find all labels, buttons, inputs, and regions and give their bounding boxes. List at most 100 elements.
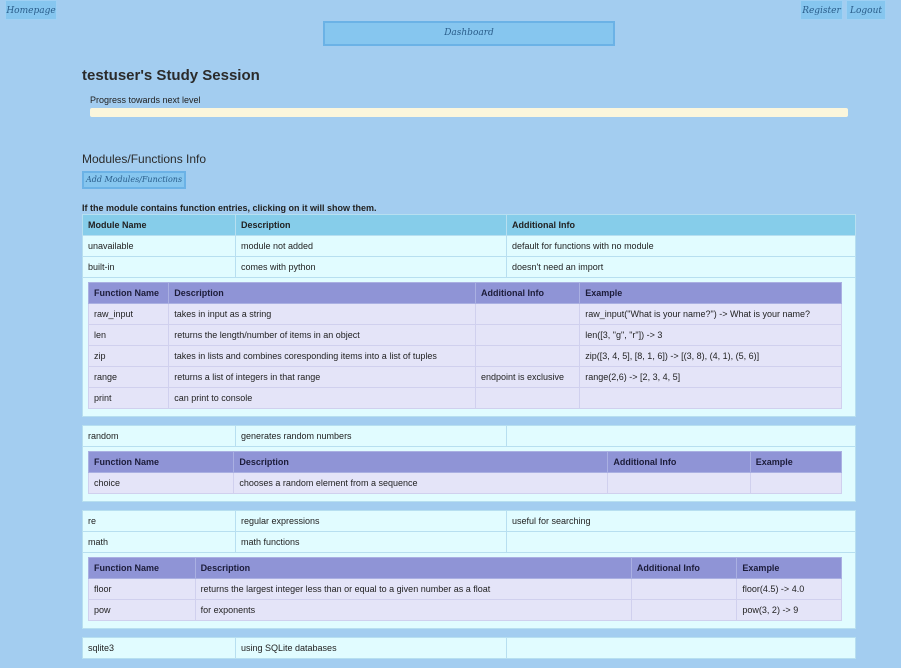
module-name-cell: random — [82, 425, 236, 447]
modules-table-container: Module Name Description Additional Info … — [82, 214, 856, 659]
function-column-header: Description — [233, 451, 609, 473]
module-row[interactable]: unavailable module not added default for f… — [82, 235, 856, 257]
functions-row: Function Name Description Additional Info E… — [82, 277, 856, 417]
function-example-cell: pow(3, 2) -> 9 — [736, 599, 842, 621]
function-example-cell: floor(4.5) -> 4.0 — [736, 578, 842, 600]
functions-row: Function Name Description Additional Info E… — [82, 552, 856, 629]
function-column-header: Description — [168, 282, 477, 304]
function-column-header: Description — [194, 557, 632, 579]
function-column-header: Example — [749, 451, 843, 473]
module-name-cell: built-in — [82, 256, 236, 278]
function-example-cell — [579, 387, 842, 409]
function-description-cell: can print to console — [168, 387, 477, 409]
progress-bar — [90, 108, 848, 117]
logout-button[interactable]: Logout — [846, 0, 886, 20]
module-info-cell: useful for searching — [506, 510, 856, 532]
module-info-cell — [506, 425, 856, 447]
functions-table: Function Name Description Additional Info E… — [87, 282, 842, 409]
function-info-cell — [630, 578, 738, 600]
function-name-cell: floor — [88, 578, 196, 600]
functions-container: Function Name Description Additional Info E… — [82, 446, 856, 502]
function-row: pow for exponents pow(3, 2) -> 9 — [88, 599, 842, 621]
function-example-cell — [749, 472, 843, 494]
function-description-cell: takes in lists and combines coresponding… — [168, 345, 477, 367]
function-name-cell: range — [87, 366, 170, 388]
column-header: Module Name — [82, 214, 236, 236]
function-info-cell — [475, 303, 581, 325]
function-column-header: Additional Info — [630, 557, 738, 579]
functions-container: Function Name Description Additional Info E… — [82, 552, 856, 629]
module-description-cell: regular expressions — [235, 510, 507, 532]
function-description-cell: returns the largest integer less than or… — [194, 578, 632, 600]
function-name-cell: raw_input — [87, 303, 170, 325]
spacer-cell — [82, 628, 856, 638]
page-title: testuser's Study Session — [82, 67, 260, 84]
modules-table: Module Name Description Additional Info … — [82, 214, 856, 659]
module-description-cell: module not added — [235, 235, 507, 257]
module-info-cell: doesn't need an import — [506, 256, 856, 278]
progress-label: Progress towards next level — [90, 95, 201, 105]
function-name-cell: zip — [87, 345, 170, 367]
module-row[interactable]: sqlite3 using SQLite databases — [82, 637, 856, 659]
functions-header-row: Function Name Description Additional Info E… — [88, 557, 842, 579]
module-info-cell — [506, 531, 856, 553]
function-column-header: Example — [579, 282, 842, 304]
functions-container: Function Name Description Additional Info E… — [82, 277, 856, 417]
module-row[interactable]: math math functions — [82, 531, 856, 553]
module-row[interactable]: built-in comes with python doesn't need an… — [82, 256, 856, 278]
module-name-cell: math — [82, 531, 236, 553]
module-row[interactable]: random generates random numbers — [82, 425, 856, 447]
function-example-cell: len([3, "g", "r"]) -> 3 — [579, 324, 842, 346]
module-info-cell: default for functions with no module — [506, 235, 856, 257]
section-title: Modules/Functions Info — [82, 152, 207, 166]
functions-header-row: Function Name Description Additional Info E… — [87, 282, 842, 304]
module-name-cell: re — [82, 510, 236, 532]
function-column-header: Function Name — [88, 557, 196, 579]
module-name-cell: sqlite3 — [82, 637, 236, 659]
function-description-cell: takes in input as a string — [168, 303, 477, 325]
row-spacer — [82, 628, 856, 638]
functions-header-row: Function Name Description Additional Info E… — [87, 451, 843, 473]
function-column-header: Function Name — [87, 451, 235, 473]
function-column-header: Example — [736, 557, 842, 579]
function-row: len returns the length/number of items in… — [87, 324, 842, 346]
functions-row: Function Name Description Additional Info E… — [82, 446, 856, 502]
homepage-button[interactable]: Homepage — [5, 0, 57, 20]
function-info-cell — [630, 599, 738, 621]
register-button[interactable]: Register — [800, 0, 843, 20]
function-info-cell — [607, 472, 751, 494]
function-column-header: Additional Info — [475, 282, 581, 304]
module-row[interactable]: re regular expressions useful for searchin… — [82, 510, 856, 532]
hint-text: If the module contains function entries,… — [82, 203, 377, 213]
function-info-cell — [475, 324, 581, 346]
column-header: Additional Info — [506, 214, 856, 236]
add-modules-button[interactable]: Add Modules/Functions — [82, 171, 186, 189]
function-column-header: Function Name — [87, 282, 170, 304]
function-name-cell: print — [87, 387, 170, 409]
module-description-cell: generates random numbers — [235, 425, 507, 447]
module-description-cell: using SQLite databases — [235, 637, 507, 659]
function-row: range returns a list of integers in that … — [87, 366, 842, 388]
function-example-cell: zip([3, 4, 5], [8, 1, 6]) -> [(3, 8), (4… — [579, 345, 842, 367]
function-row: print can print to console — [87, 387, 842, 409]
function-info-cell — [475, 345, 581, 367]
spacer-cell — [82, 416, 856, 426]
function-name-cell: len — [87, 324, 170, 346]
function-row: raw_input takes in input as a string raw_i… — [87, 303, 842, 325]
module-name-cell: unavailable — [82, 235, 236, 257]
function-name-cell: pow — [88, 599, 196, 621]
function-info-cell: endpoint is exclusive — [475, 366, 581, 388]
function-info-cell — [475, 387, 581, 409]
function-row: floor returns the largest integer less th… — [88, 578, 842, 600]
function-description-cell: returns the length/number of items in an… — [168, 324, 477, 346]
module-info-cell — [506, 637, 856, 659]
module-description-cell: math functions — [235, 531, 507, 553]
column-header: Description — [235, 214, 507, 236]
function-description-cell: returns a list of integers in that range — [168, 366, 477, 388]
function-name-cell: choice — [87, 472, 235, 494]
modules-header-row: Module Name Description Additional Info — [82, 214, 856, 236]
functions-table: Function Name Description Additional Info E… — [87, 451, 843, 494]
function-description-cell: chooses a random element from a sequence — [233, 472, 609, 494]
dashboard-button[interactable]: Dashboard — [323, 21, 615, 46]
spacer-cell — [82, 501, 856, 511]
